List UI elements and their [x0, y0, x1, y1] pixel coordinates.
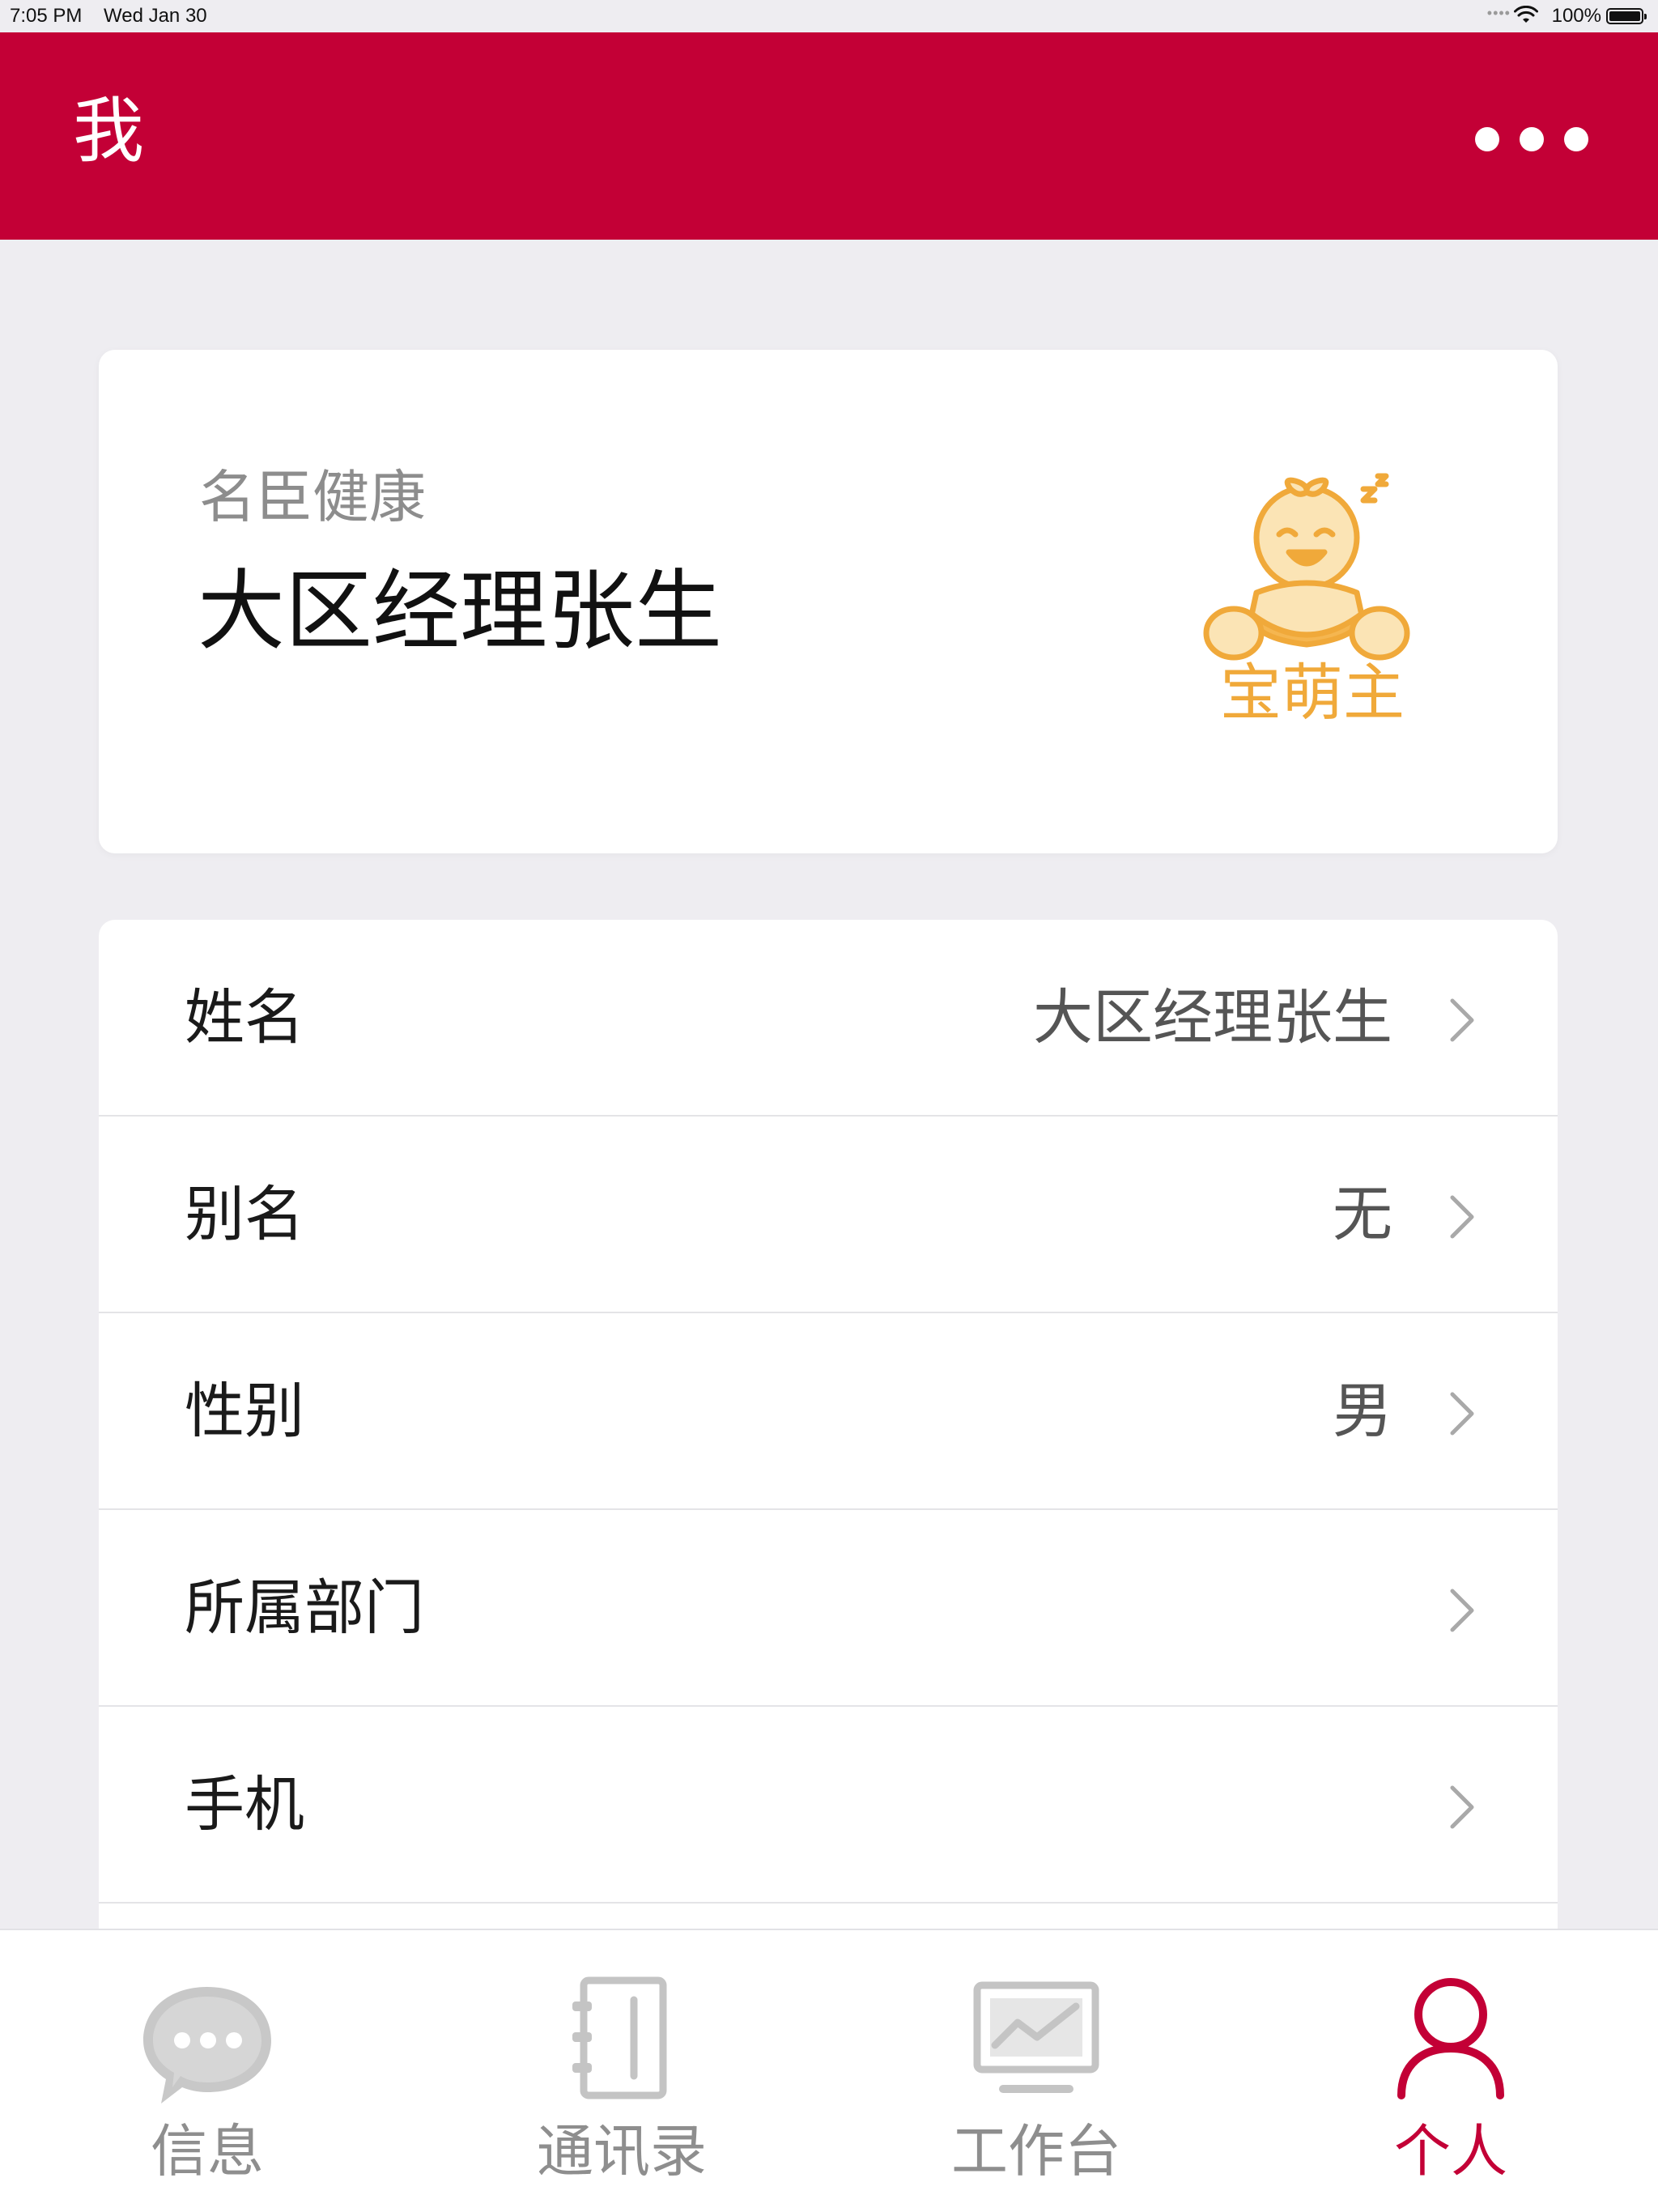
- chevron-right-icon: [1450, 998, 1474, 1042]
- page-title: 我: [73, 89, 145, 172]
- info-row-alias[interactable]: 别名 无: [99, 1117, 1558, 1313]
- battery-icon: [1606, 8, 1647, 24]
- profile-page: 7:05 PM Wed Jan 30 •••• 100% 我 名臣健康 大区经理…: [0, 0, 1658, 2212]
- profile-info-list: 姓名 大区经理张生 别名 无 性别 男 所属部门 手机: [99, 920, 1558, 1932]
- status-date: Wed Jan 30: [104, 5, 207, 27]
- person-icon: [1397, 1978, 1504, 2099]
- info-row-value: 大区经理张生: [1033, 983, 1392, 1053]
- tab-label: 个人: [1394, 2118, 1507, 2184]
- contacts-book-icon: [572, 1976, 667, 2099]
- user-display-name: 大区经理张生: [198, 561, 723, 662]
- info-row-gender[interactable]: 性别 男: [99, 1313, 1558, 1510]
- info-row-name[interactable]: 姓名 大区经理张生: [99, 920, 1558, 1117]
- chat-bubble-icon: [143, 1987, 271, 2104]
- chevron-right-icon: [1450, 1392, 1474, 1436]
- app-header: 我: [0, 32, 1658, 240]
- more-dots-icon[interactable]: [1475, 123, 1588, 155]
- info-row-value: 男: [1333, 1376, 1392, 1446]
- info-row-department[interactable]: 所属部门: [99, 1510, 1558, 1707]
- battery-percentage: 100%: [1551, 5, 1601, 27]
- monitor-chart-icon: [973, 1981, 1099, 2093]
- profile-card[interactable]: 名臣健康 大区经理张生 宝萌主: [99, 350, 1558, 853]
- cellular-signal-icon: ••••: [1486, 5, 1511, 21]
- bottom-tab-bar: 信息 通讯录 工作台 个人: [0, 1929, 1658, 2212]
- tab-label: 通讯录: [537, 2118, 707, 2184]
- info-row-phone[interactable]: 手机: [99, 1707, 1558, 1904]
- status-bar: 7:05 PM Wed Jan 30 •••• 100%: [0, 0, 1658, 32]
- info-row-label: 姓名: [185, 983, 304, 1053]
- tab-label: 信息: [151, 2118, 264, 2184]
- info-row-label: 性别: [185, 1376, 304, 1446]
- tab-workbench[interactable]: 工作台: [829, 1930, 1244, 2212]
- tab-label: 工作台: [951, 2118, 1121, 2184]
- tab-profile[interactable]: 个人: [1244, 1930, 1658, 2212]
- chevron-right-icon: [1450, 1195, 1474, 1239]
- info-row-label: 手机: [185, 1770, 304, 1840]
- status-time: 7:05 PM: [10, 5, 83, 27]
- info-row-value: 无: [1333, 1180, 1392, 1249]
- chevron-right-icon: [1450, 1589, 1474, 1632]
- logo-text: 宝萌主: [1220, 659, 1405, 728]
- chevron-right-icon: [1450, 1785, 1474, 1829]
- company-name: 名臣健康: [199, 464, 426, 530]
- info-row-partial[interactable]: [99, 1904, 1558, 1932]
- info-row-label: 别名: [185, 1180, 304, 1249]
- tab-messages[interactable]: 信息: [0, 1930, 414, 2212]
- wifi-icon: [1514, 6, 1538, 23]
- info-row-label: 所属部门: [185, 1573, 424, 1643]
- baomengzhu-logo: 宝萌主: [1203, 473, 1410, 728]
- tab-contacts[interactable]: 通讯录: [414, 1930, 829, 2212]
